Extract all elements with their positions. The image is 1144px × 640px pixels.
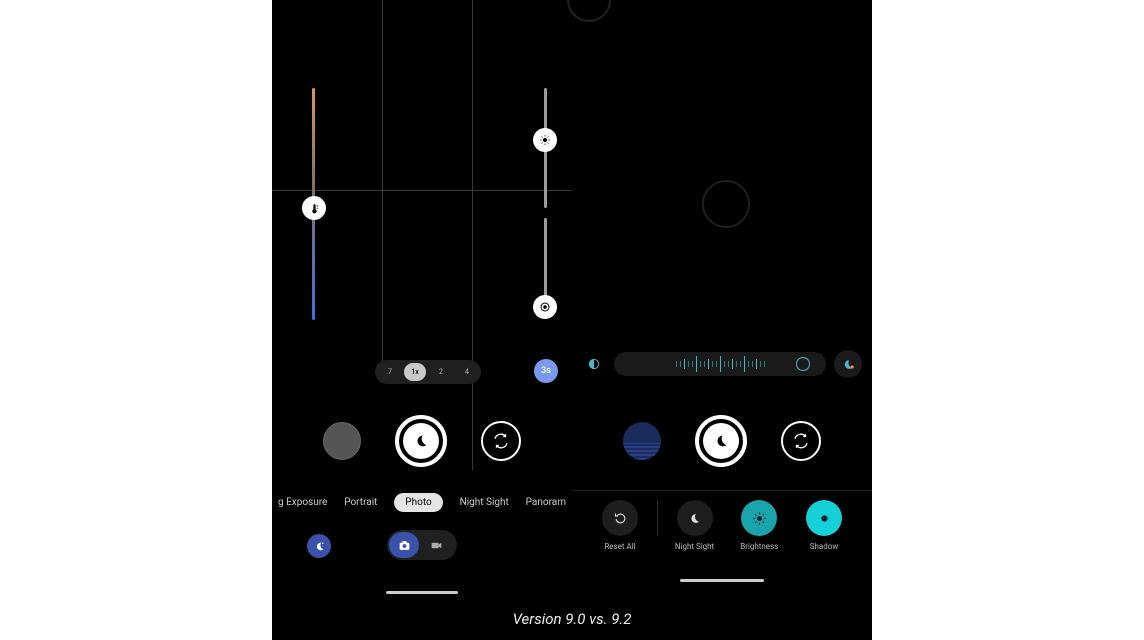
tool-shadow-label: Shadow (810, 542, 839, 551)
moon-exposure-icon (841, 357, 856, 372)
exposure-mode-button[interactable] (834, 350, 862, 378)
comparison-canvas: .7 1x 2 4 3s g Exposu (272, 0, 872, 640)
shutter-inner (703, 423, 739, 459)
tool-brightness[interactable]: Brightness (731, 500, 787, 551)
mode-panorama[interactable]: Panoram (526, 497, 566, 508)
tool-brightness-label: Brightness (740, 542, 778, 551)
half-moon-icon (586, 356, 602, 372)
home-indicator (680, 579, 764, 582)
switch-camera-button[interactable] (781, 421, 821, 461)
ruler-left-indicator (582, 352, 606, 376)
toggle-photo[interactable] (389, 532, 419, 558)
sun-icon (752, 511, 767, 526)
timer-indicator[interactable]: 3s (534, 359, 558, 383)
grid-vertical-2 (472, 0, 473, 470)
photo-video-toggle[interactable] (387, 530, 457, 560)
exposure-ruler-row (582, 350, 862, 378)
shutter-inner (403, 423, 439, 459)
image-caption: Version 9.0 vs. 9.2 (272, 610, 872, 628)
tool-shadow[interactable]: Shadow (796, 500, 852, 551)
version-9-0-screenshot: .7 1x 2 4 3s g Exposu (272, 0, 572, 640)
dot-icon (817, 511, 832, 526)
focus-ring (702, 180, 750, 228)
shutter-row-right (572, 416, 872, 466)
video-icon (430, 539, 443, 552)
flip-camera-icon (492, 432, 510, 450)
toggle-video[interactable] (421, 532, 451, 558)
camera-icon (398, 539, 411, 552)
shadow-slider-track[interactable] (544, 218, 547, 300)
adjustment-tools: Reset All Night Sight (592, 500, 852, 551)
settings-crescent-icon (313, 540, 326, 553)
shadow-icon (539, 301, 551, 313)
bottom-controls (272, 528, 572, 564)
moon-icon (713, 433, 729, 449)
grid-horizontal-1 (272, 190, 572, 191)
mode-tabs[interactable]: g Exposure Portrait Photo Night Sight Pa… (272, 490, 572, 514)
tool-separator (572, 490, 872, 491)
temperature-icon (308, 202, 321, 215)
zoom-4x[interactable]: 4 (456, 363, 478, 381)
quick-settings-button[interactable] (307, 534, 331, 558)
flip-camera-icon (792, 432, 810, 450)
switch-camera-button[interactable] (481, 421, 521, 461)
version-9-2-screenshot: Reset All Night Sight (572, 0, 872, 640)
zoom-selector[interactable]: .7 1x 2 4 (375, 360, 481, 384)
gallery-thumbnail[interactable] (323, 422, 361, 460)
brightness-icon (539, 134, 551, 146)
tool-reset-all[interactable]: Reset All (592, 500, 648, 551)
tool-night-sight-label: Night Sight (675, 542, 714, 551)
zoom-1x[interactable]: 1x (404, 363, 426, 381)
shutter-button[interactable] (695, 415, 747, 467)
brightness-slider-knob[interactable] (533, 128, 557, 152)
temperature-slider-knob[interactable] (302, 196, 326, 220)
tool-reset-all-label: Reset All (604, 542, 635, 551)
tool-night-sight[interactable]: Night Sight (667, 500, 723, 551)
mode-long-exposure[interactable]: g Exposure (278, 497, 327, 508)
ruler-ticks (622, 356, 818, 372)
home-indicator (386, 591, 458, 594)
ruler-current-marker[interactable] (796, 357, 810, 371)
moon-icon (687, 511, 702, 526)
shutter-button[interactable] (395, 415, 447, 467)
mode-portrait[interactable]: Portrait (344, 497, 377, 508)
zoom-0_7x[interactable]: .7 (378, 363, 400, 381)
reset-icon (613, 511, 628, 526)
tool-divider-vertical (657, 500, 658, 536)
mode-night-sight[interactable]: Night Sight (460, 497, 509, 508)
exposure-ruler[interactable] (614, 352, 826, 376)
moon-icon (413, 433, 429, 449)
gallery-thumbnail[interactable] (623, 422, 661, 460)
shadow-slider-knob[interactable] (533, 295, 557, 319)
zoom-2x[interactable]: 2 (430, 363, 452, 381)
shutter-row-left (272, 416, 572, 466)
mode-photo[interactable]: Photo (394, 493, 442, 512)
